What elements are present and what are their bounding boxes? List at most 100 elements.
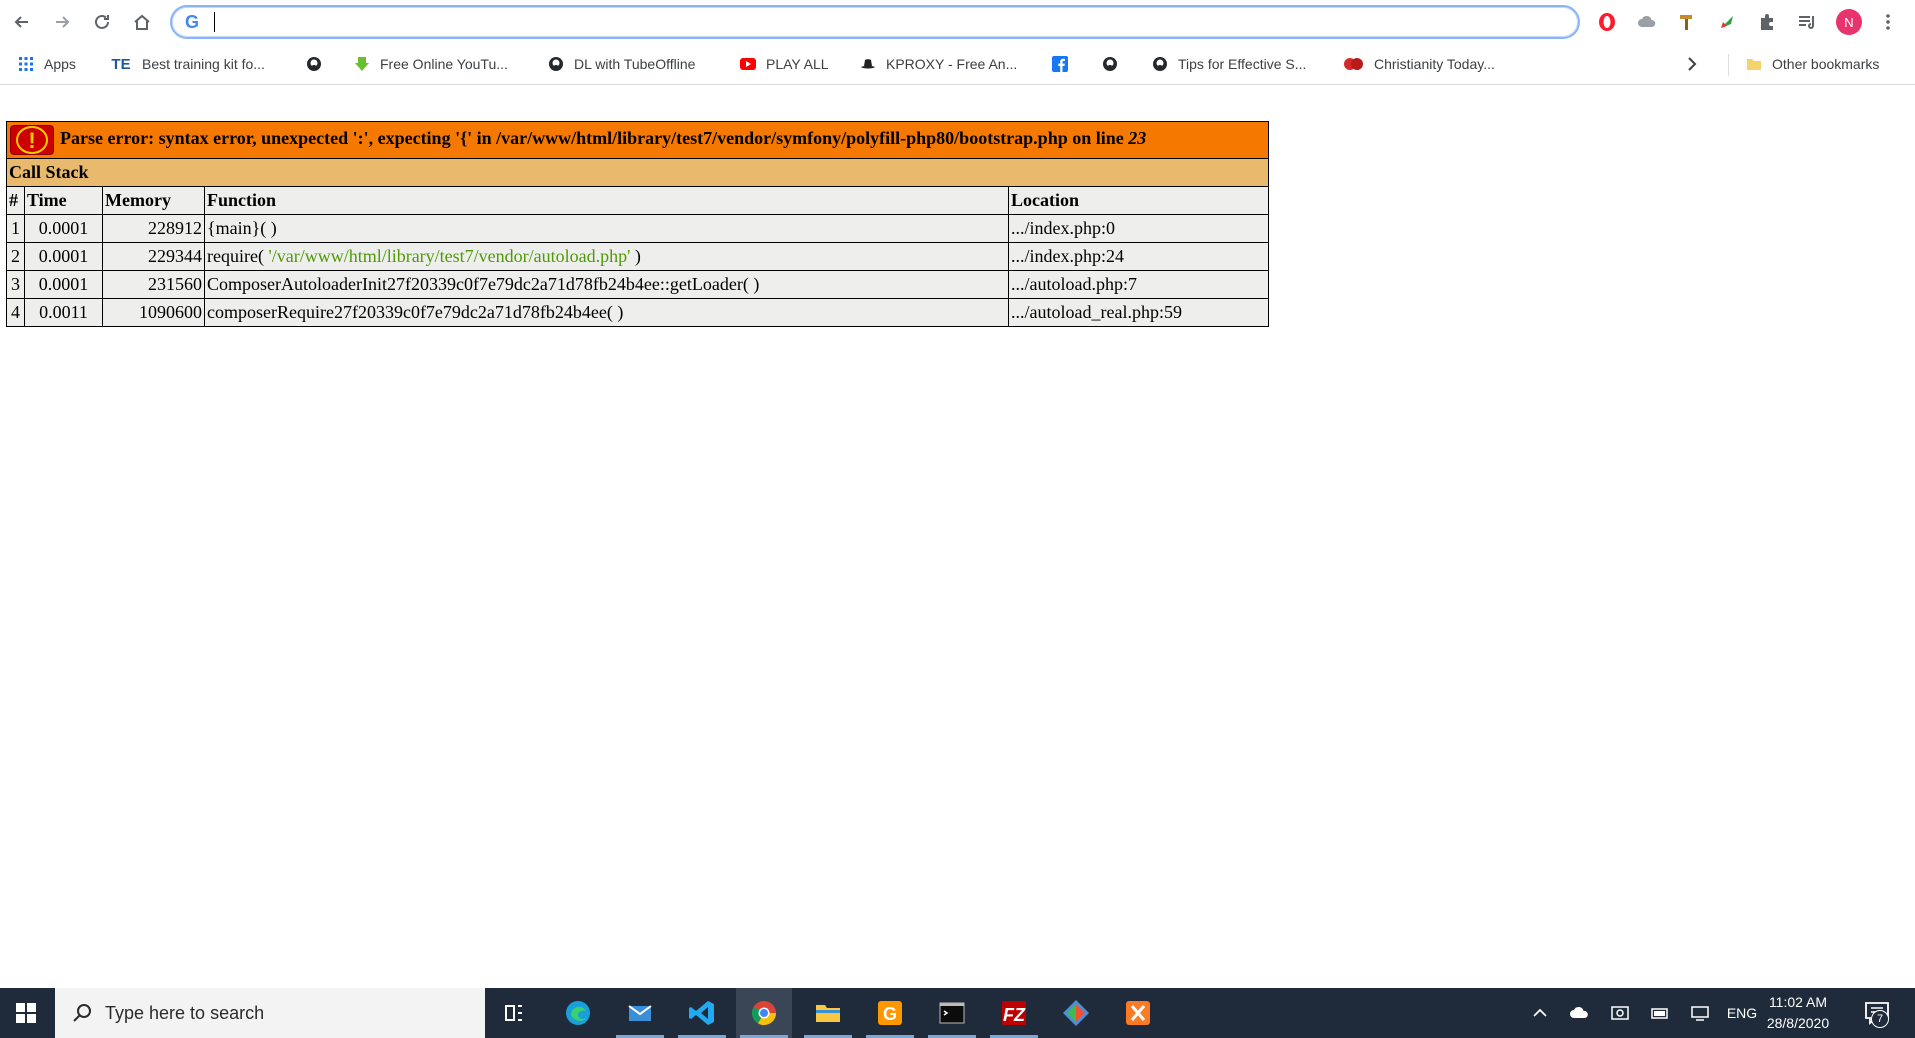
folder-icon	[1746, 56, 1762, 72]
sublime-icon: G	[878, 1001, 902, 1025]
cloud-extension[interactable]	[1635, 10, 1659, 34]
bookmarks-overflow-button[interactable]	[1686, 52, 1698, 76]
frame-number: 4	[6, 298, 25, 327]
puzzle-icon	[1761, 14, 1773, 30]
bookmark-play-all[interactable]: PLAY ALL	[740, 52, 829, 76]
address-bar[interactable]: G	[170, 5, 1580, 39]
call-stack-row: 4 0.0011 1090600 composerRequire27f20339…	[6, 298, 1269, 327]
bookmark-github-2[interactable]	[1102, 52, 1128, 76]
frame-number: 1	[6, 214, 25, 243]
tray-security[interactable]	[1608, 988, 1632, 1038]
taskbar-git[interactable]	[1048, 988, 1104, 1038]
windows-taskbar: Type here to search G FZ ENG 11:02 AM 28…	[0, 988, 1915, 1038]
reload-icon	[95, 14, 109, 29]
cloud-icon	[1570, 1006, 1588, 1018]
call-stack-title: Call Stack	[6, 158, 1269, 187]
taskbar-terminal[interactable]	[924, 988, 980, 1038]
frame-location: .../index.php:0	[1008, 214, 1269, 243]
extensions-button[interactable]	[1755, 10, 1779, 34]
taskbar-vscode[interactable]	[674, 988, 730, 1038]
frame-location: .../autoload.php:7	[1008, 270, 1269, 299]
column-header-function: Function	[204, 186, 1009, 215]
hammer-extension[interactable]	[1675, 10, 1699, 34]
frame-location: .../autoload_real.php:59	[1008, 298, 1269, 327]
function-suffix: )	[630, 246, 641, 266]
download-arrow-icon	[354, 56, 370, 72]
reload-button[interactable]	[86, 6, 118, 38]
tray-onedrive[interactable]	[1568, 988, 1592, 1038]
vscode-icon	[689, 1001, 714, 1025]
bookmark-github-1[interactable]	[306, 52, 332, 76]
bookmark-tubeoffline[interactable]: DL with TubeOffline	[548, 52, 695, 76]
more-vert-icon	[1886, 14, 1890, 30]
taskbar-edge[interactable]	[550, 988, 606, 1038]
frame-function: composerRequire27f20339c0f7e79dc2a71d78f…	[204, 298, 1009, 327]
opera-vpn-extension[interactable]	[1595, 10, 1619, 34]
frame-location: .../index.php:24	[1008, 242, 1269, 271]
github-icon	[1102, 56, 1118, 72]
chrome-menu-button[interactable]	[1878, 10, 1898, 34]
task-view-button[interactable]	[486, 988, 542, 1038]
battery-icon	[1651, 1008, 1668, 1019]
frame-function: ComposerAutoloaderInit27f20339c0f7e79dc2…	[204, 270, 1009, 299]
start-button[interactable]	[0, 988, 52, 1038]
taskbar-chrome[interactable]	[736, 988, 792, 1038]
taskbar-file-explorer[interactable]	[800, 988, 856, 1038]
mail-icon	[628, 1005, 652, 1021]
error-message-row: ! Parse error: syntax error, unexpected …	[6, 121, 1269, 159]
edge-icon	[566, 1001, 590, 1025]
column-header-time: Time	[24, 186, 103, 215]
call-stack-row: 1 0.0001 228912 {main}( ) .../index.php:…	[6, 214, 1269, 243]
terminal-icon	[939, 1002, 965, 1024]
bookmark-christianity-today[interactable]: Christianity Today...	[1344, 52, 1495, 76]
column-header-location: Location	[1008, 186, 1269, 215]
bookmark-label: KPROXY - Free An...	[886, 56, 1018, 72]
forward-button[interactable]	[46, 6, 78, 38]
tray-show-hidden-button[interactable]	[1530, 988, 1550, 1038]
frame-number: 3	[6, 270, 25, 299]
defender-icon	[1611, 1006, 1629, 1020]
error-icon: !	[10, 125, 54, 155]
xampp-icon	[1126, 1001, 1150, 1025]
bookmark-free-online-youtube[interactable]: Free Online YouTu...	[354, 52, 508, 76]
column-header-memory: Memory	[102, 186, 205, 215]
github-icon	[1152, 56, 1168, 72]
bookmark-kproxy[interactable]: KPROXY - Free An...	[860, 52, 1017, 76]
tray-battery[interactable]	[1648, 988, 1672, 1038]
home-button[interactable]	[126, 6, 158, 38]
rocket-extension[interactable]	[1715, 10, 1739, 34]
bookmark-tips-effective[interactable]: Tips for Effective S...	[1152, 52, 1306, 76]
google-icon: G	[185, 12, 200, 32]
frame-time: 0.0001	[24, 270, 103, 299]
taskbar-search-box[interactable]: Type here to search	[55, 988, 485, 1038]
bookmark-facebook[interactable]	[1052, 52, 1078, 76]
address-input[interactable]	[216, 9, 1556, 35]
arrow-left-icon	[14, 16, 28, 28]
taskbar-sublime[interactable]: G	[862, 988, 918, 1038]
frame-memory: 231560	[102, 270, 205, 299]
svg-text:!: !	[28, 128, 35, 153]
bookmark-apps[interactable]: Apps	[18, 52, 76, 76]
profile-avatar[interactable]: N	[1836, 9, 1862, 35]
back-button[interactable]	[6, 6, 38, 38]
taskbar-clock[interactable]: 11:02 AM 28/8/2020	[1752, 992, 1844, 1036]
bookmark-label: PLAY ALL	[766, 56, 829, 72]
task-view-icon	[505, 1005, 522, 1021]
bookmark-label: Christianity Today...	[1374, 56, 1495, 72]
file-explorer-icon	[816, 1005, 840, 1022]
cloud-icon	[1638, 15, 1656, 27]
notification-count-badge: 7	[1871, 1010, 1889, 1028]
taskbar-filezilla[interactable]: FZ	[986, 988, 1042, 1038]
taskbar-mail[interactable]	[612, 988, 668, 1038]
call-stack-row: 2 0.0001 229344 require( '/var/www/html/…	[6, 242, 1269, 271]
tray-network[interactable]	[1688, 988, 1712, 1038]
bookmark-training-kit[interactable]: TE Best training kit fo...	[110, 52, 265, 76]
media-control-button[interactable]	[1795, 10, 1819, 34]
bookmark-label: Apps	[44, 56, 76, 72]
ct-icon	[1344, 56, 1364, 72]
error-message-cell: ! Parse error: syntax error, unexpected …	[6, 121, 1269, 159]
opera-icon	[1599, 13, 1615, 31]
bookmark-other-bookmarks[interactable]: Other bookmarks	[1746, 52, 1879, 76]
apps-grid-icon	[18, 56, 34, 72]
taskbar-xampp[interactable]	[1110, 988, 1166, 1038]
